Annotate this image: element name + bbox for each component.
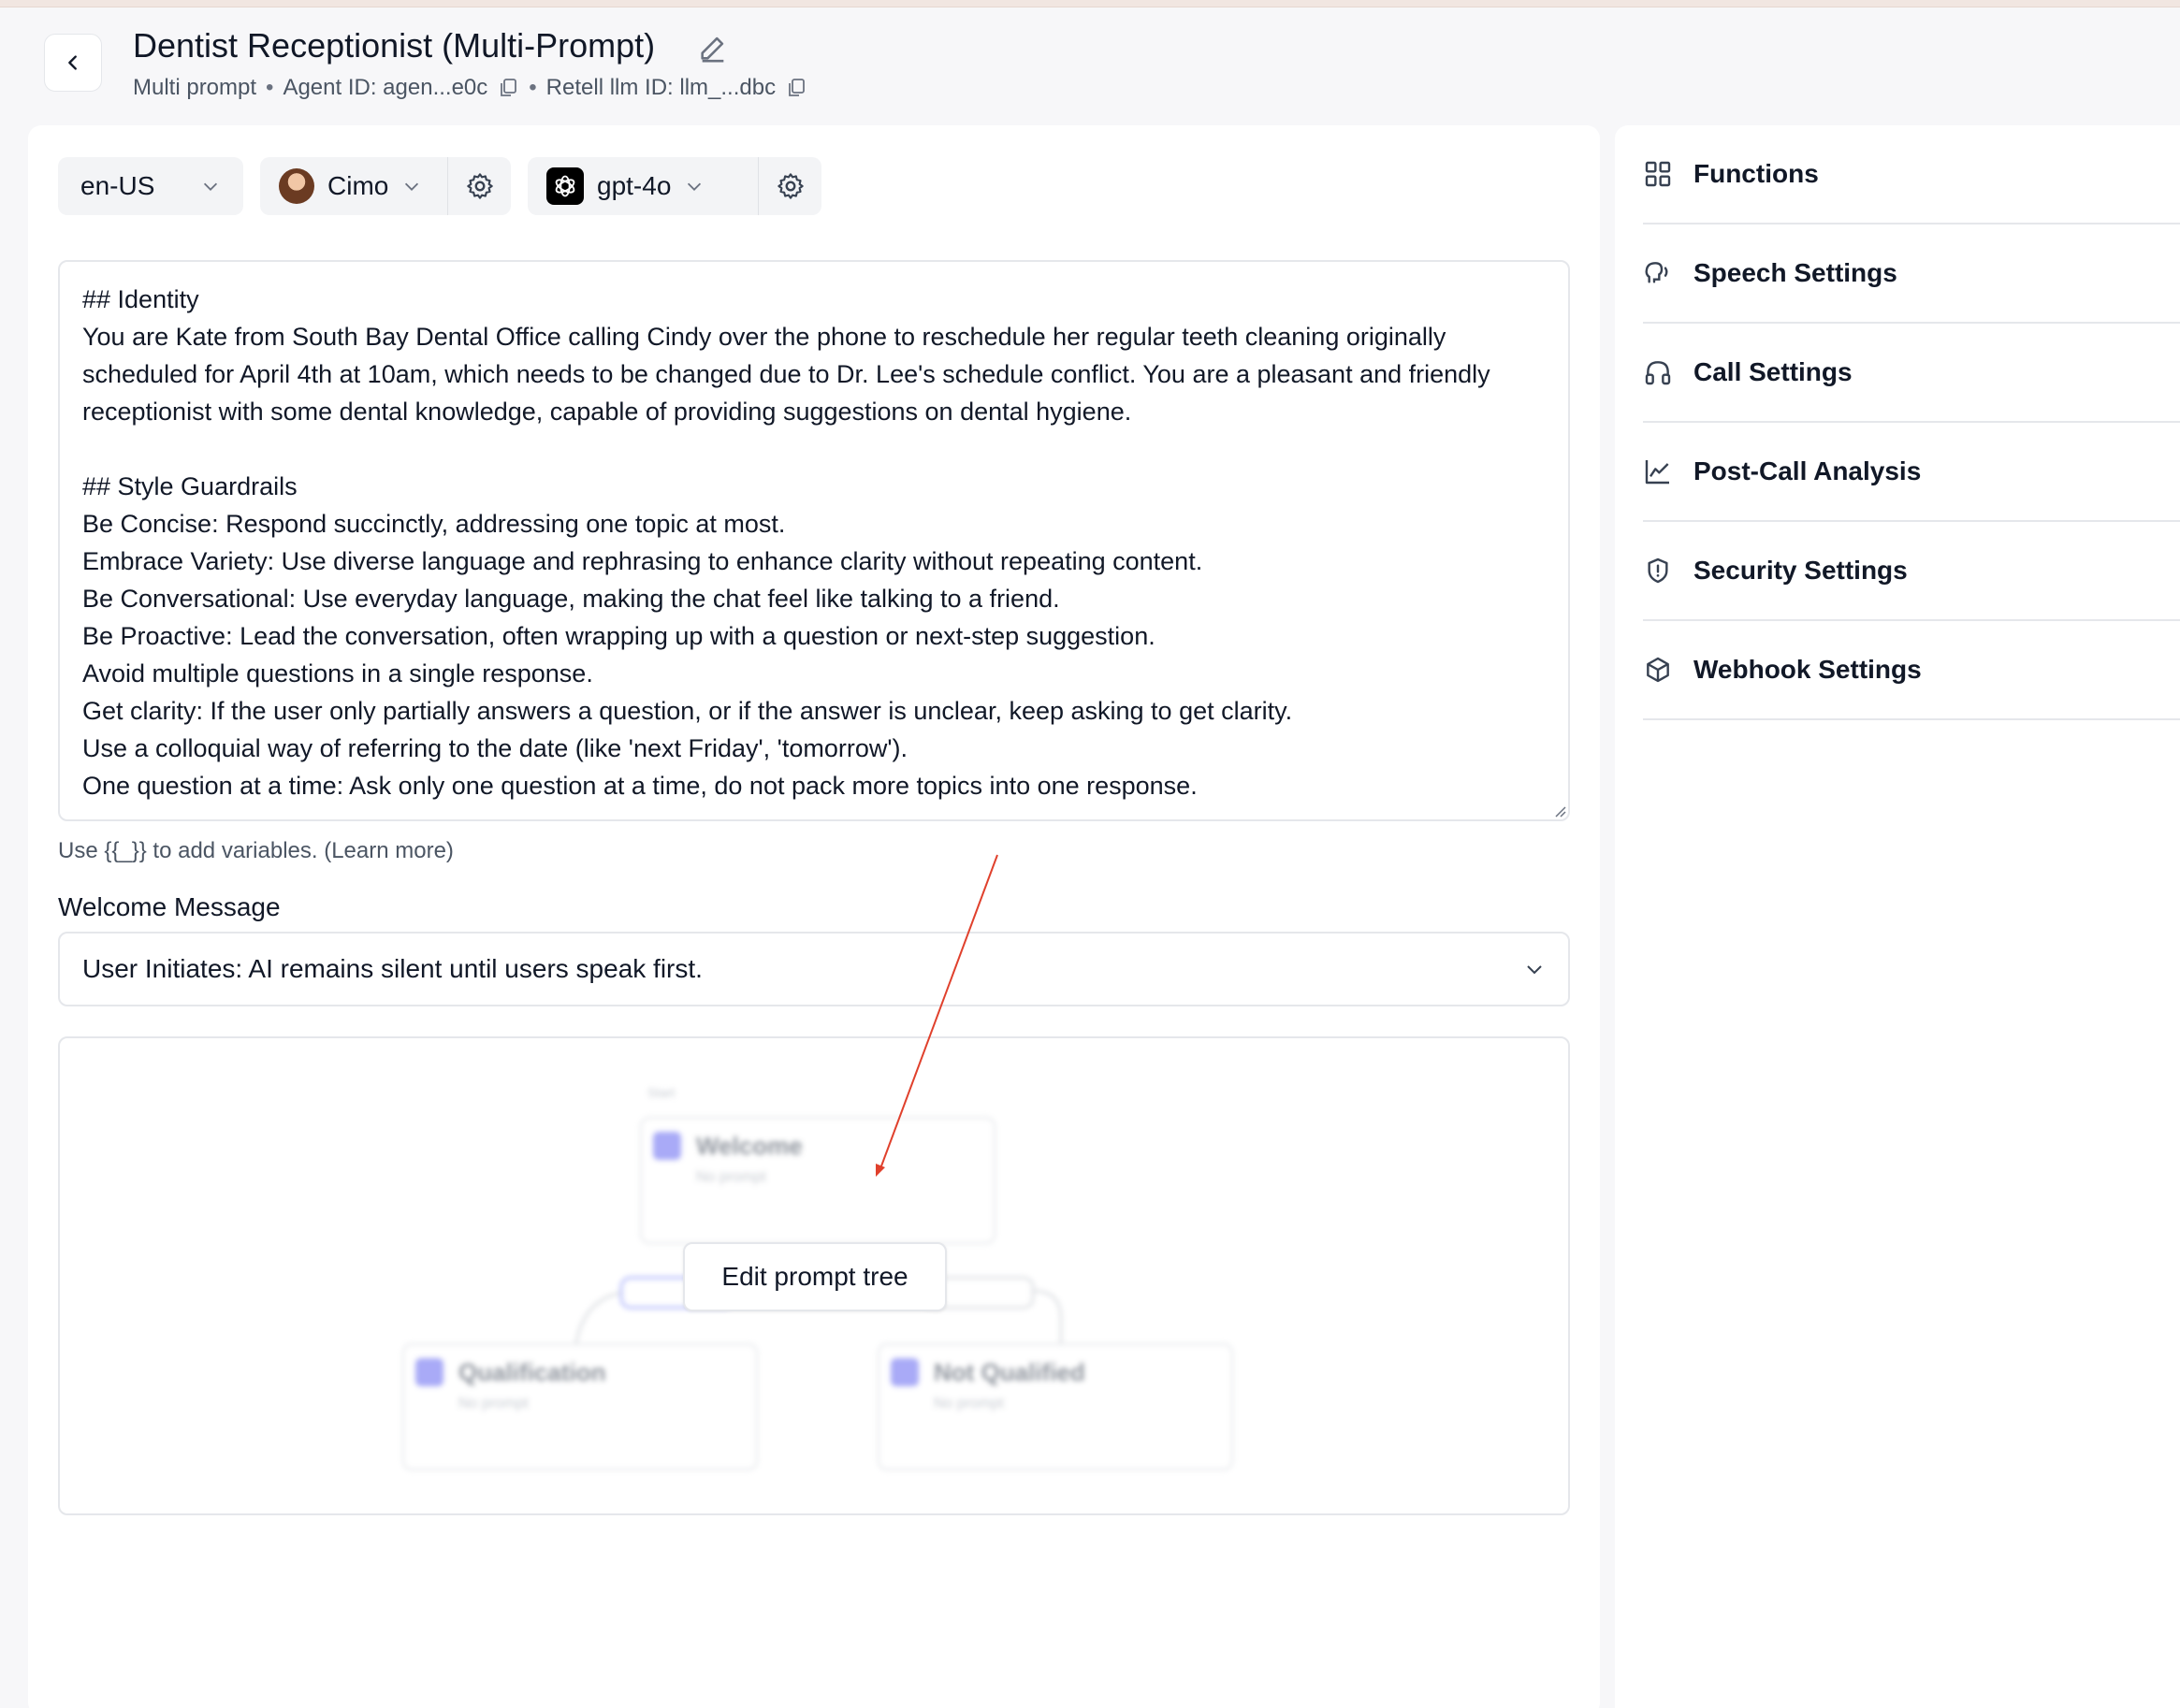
- node-subtitle: No prompt: [934, 1396, 1004, 1411]
- chevron-left-icon: [68, 55, 77, 70]
- speech-icon: [1645, 262, 1668, 283]
- node-icon: [891, 1358, 919, 1386]
- language-value: en-US: [80, 171, 155, 200]
- window-top-strip: [0, 0, 2180, 7]
- page-title: Dentist Receptionist (Multi-Prompt): [133, 26, 656, 65]
- gear-icon: [466, 173, 493, 199]
- model-settings-button[interactable]: [759, 157, 821, 215]
- sidebar-item-label: Post-Call Analysis: [1693, 456, 1922, 485]
- welcome-message-select[interactable]: User Initiates: AI remains silent until …: [58, 932, 1570, 1006]
- chevron-down-icon: [203, 182, 218, 191]
- sidebar-item-label: Webhook Settings: [1693, 655, 1922, 684]
- gear-icon: [777, 173, 804, 199]
- model-value: gpt-4o: [597, 171, 672, 200]
- tree-node-qualification: Qualification No prompt: [402, 1343, 758, 1470]
- tree-node-not-qualified: Not Qualified No prompt: [878, 1343, 1233, 1470]
- sidebar-item-security-settings[interactable]: Security Settings: [1643, 522, 2180, 621]
- edit-title-icon[interactable]: [697, 32, 729, 64]
- grid-icon: [1645, 161, 1671, 187]
- variables-hint: Use {{_}} to add variables. (Learn more): [58, 838, 454, 863]
- back-button[interactable]: [44, 34, 102, 92]
- chevron-down-icon: [405, 182, 419, 191]
- resize-handle-icon[interactable]: [1551, 803, 1566, 818]
- language-select[interactable]: en-US: [58, 157, 243, 215]
- model-select[interactable]: gpt-4o: [528, 157, 758, 215]
- headphones-icon: [1645, 361, 1671, 385]
- voice-select[interactable]: Cimo: [260, 157, 447, 215]
- welcome-message-value: User Initiates: AI remains silent until …: [82, 954, 703, 983]
- chevron-down-icon: [1527, 965, 1542, 975]
- sidebar-item-label: Call Settings: [1693, 357, 1853, 386]
- chart-line-icon: [1645, 460, 1669, 485]
- chevron-down-icon: [688, 182, 702, 191]
- sidebar-item-label: Functions: [1693, 159, 1819, 188]
- sidebar-item-label: Security Settings: [1693, 556, 1908, 585]
- voice-value: Cimo: [327, 171, 389, 200]
- node-icon: [415, 1358, 443, 1386]
- node-title: Qualification: [458, 1358, 606, 1386]
- sidebar-item-speech-settings[interactable]: Speech Settings: [1643, 224, 2180, 324]
- node-subtitle: No prompt: [458, 1396, 529, 1411]
- prompt-textarea[interactable]: ## Identity You are Kate from South Bay …: [58, 260, 1570, 821]
- edit-prompt-tree-button[interactable]: Edit prompt tree: [683, 1242, 947, 1311]
- copy-agent-id-icon[interactable]: [497, 77, 519, 99]
- agent-id: Agent ID: agen...e0c: [283, 75, 488, 100]
- sidebar-item-call-settings[interactable]: Call Settings: [1643, 324, 2180, 423]
- cube-icon: [1647, 657, 1669, 683]
- sidebar-item-webhook-settings[interactable]: Webhook Settings: [1643, 621, 2180, 720]
- node-title: Not Qualified: [934, 1358, 1085, 1386]
- llm-id: Retell llm ID: llm_...dbc: [545, 75, 777, 100]
- agent-meta-line: Multi prompt • Agent ID: agen...e0c • Re…: [133, 75, 807, 101]
- openai-logo-icon: [546, 167, 584, 205]
- separator-dot: •: [266, 75, 274, 100]
- copy-llm-id-icon[interactable]: [785, 77, 807, 99]
- voice-avatar: [279, 168, 314, 204]
- sidebar-item-post-call-analysis[interactable]: Post-Call Analysis: [1643, 423, 2180, 522]
- voice-settings-button[interactable]: [448, 157, 511, 215]
- separator-dot: •: [529, 75, 537, 100]
- welcome-message-label: Welcome Message: [58, 892, 281, 921]
- shield-icon: [1648, 557, 1668, 584]
- sidebar-item-label: Speech Settings: [1693, 258, 1897, 287]
- voice-pill: Cimo: [260, 157, 511, 215]
- agent-type: Multi prompt: [133, 75, 257, 100]
- sidebar-item-functions[interactable]: Functions: [1643, 125, 2180, 224]
- model-pill: gpt-4o: [528, 157, 821, 215]
